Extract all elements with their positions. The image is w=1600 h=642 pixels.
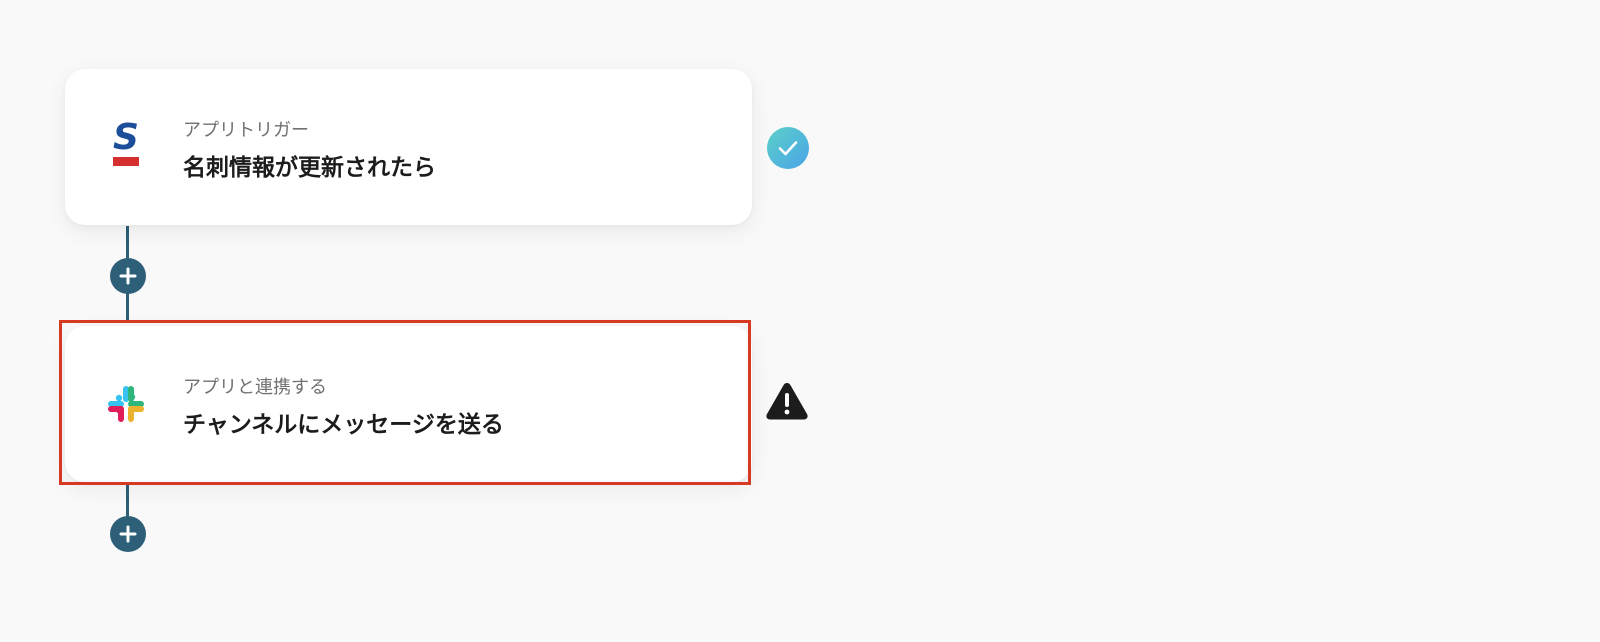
action-step-card[interactable]: アプリと連携する チャンネルにメッセージを送る	[65, 326, 752, 482]
add-step-button[interactable]	[110, 516, 146, 552]
warning-icon	[765, 381, 809, 425]
action-step-subtitle: アプリと連携する	[183, 377, 327, 398]
trigger-step-card[interactable]: S アプリトリガー 名刺情報が更新されたら	[65, 69, 752, 225]
plus-icon	[119, 267, 137, 285]
add-step-button[interactable]	[110, 258, 146, 294]
trigger-step-title: 名刺情報が更新されたら	[183, 155, 436, 181]
svg-text:S: S	[113, 119, 139, 158]
check-icon	[766, 126, 810, 174]
sansan-logo-icon: S	[103, 117, 149, 175]
plus-icon	[119, 525, 137, 543]
slack-logo-icon	[103, 376, 149, 432]
trigger-step-subtitle: アプリトリガー	[183, 120, 309, 141]
action-step-title: チャンネルにメッセージを送る	[183, 412, 504, 438]
